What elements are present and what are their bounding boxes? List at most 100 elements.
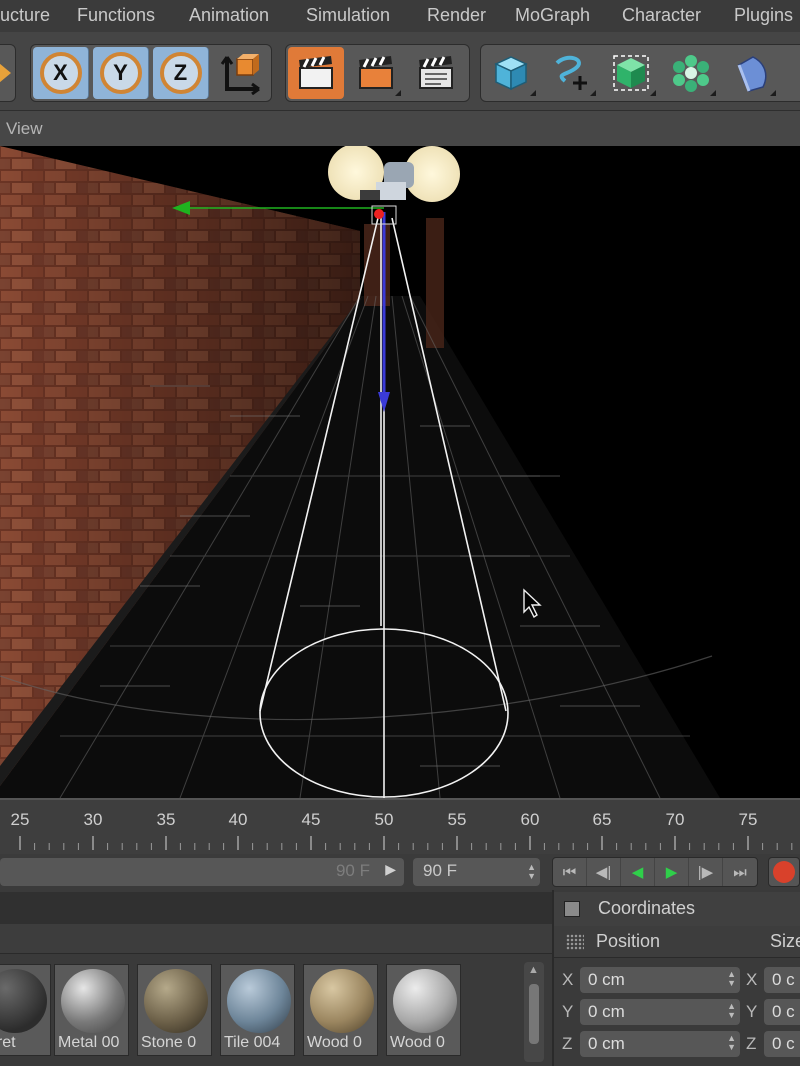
size-z-field[interactable]: 0 c <box>764 1031 800 1057</box>
playback-bar: 90 F ▶ 90 F ▲ ▼ ⏮ ◀| ◀ ▶ |▶ ⏭ <box>0 854 800 890</box>
scroll-up-icon[interactable]: ▲ <box>528 964 539 976</box>
nurbs-button[interactable] <box>603 47 659 99</box>
go-to-end-icon[interactable]: ⏭ <box>723 858 757 886</box>
x-axis-lock-icon: X <box>39 52 82 94</box>
ruler-tick-label: 25 <box>10 810 30 829</box>
ruler-tick-label: 55 <box>447 810 467 829</box>
position-z-field[interactable]: 0 cm ▲ ▼ <box>580 1031 740 1057</box>
current-frame-field[interactable]: 90 F ▶ <box>0 858 404 886</box>
spline-pen-button[interactable] <box>543 47 599 99</box>
material-label: ncret <box>0 1034 16 1051</box>
go-to-start-icon[interactable]: ⏮ <box>553 858 587 886</box>
size-z-value: 0 c <box>772 1034 795 1053</box>
menu-plugins[interactable]: Plugins <box>734 5 793 26</box>
menu-structure[interactable]: ucture <box>0 5 50 26</box>
material-tile[interactable]: Wood 0 <box>303 964 378 1056</box>
cube-button[interactable] <box>483 47 539 99</box>
z-axis-lock-button[interactable]: Z <box>153 47 209 99</box>
scroll-thumb[interactable] <box>529 984 539 1044</box>
ruler-tick-label: 30 <box>83 810 103 829</box>
menu-character[interactable]: Character <box>622 5 701 26</box>
material-tile[interactable]: Stone 0 <box>137 964 212 1056</box>
size-y-field[interactable]: 0 c <box>764 999 800 1025</box>
record-button[interactable] <box>768 857 800 887</box>
world-coordinates-button[interactable] <box>213 47 269 99</box>
stepper-icon[interactable]: ▲ ▼ <box>727 1034 736 1052</box>
end-frame-field[interactable]: 90 F ▲ ▼ <box>413 858 540 886</box>
viewport-header: View <box>0 110 800 146</box>
deformer-button[interactable] <box>723 47 779 99</box>
material-label: Stone 0 <box>141 1034 197 1051</box>
ruler-tick-label: 50 <box>374 810 394 829</box>
material-manager-toolbar <box>0 924 552 954</box>
arrow-left-icon[interactable] <box>0 63 11 83</box>
ruler-tick-label: 75 <box>738 810 758 829</box>
material-tile[interactable]: Wood 0 <box>386 964 461 1056</box>
undo-group <box>0 44 16 102</box>
position-x-value: 0 cm <box>588 970 625 989</box>
array-button[interactable] <box>663 47 719 99</box>
menu-mograph[interactable]: MoGraph <box>515 5 590 26</box>
light-object[interactable] <box>328 146 460 202</box>
main-toolbar: X Y Z <box>0 32 800 110</box>
previous-key-icon[interactable]: ◀| <box>587 858 621 886</box>
coordinates-title: Coordinates <box>598 898 696 918</box>
stepper-icon[interactable]: ▲ ▼ <box>727 1002 736 1020</box>
gizmo-center[interactable] <box>374 209 384 219</box>
coordinates-column-headers: Position Size <box>554 926 800 958</box>
end-frame-stepper-icon[interactable]: ▲ ▼ <box>527 863 536 881</box>
menu-animation[interactable]: Animation <box>189 5 269 26</box>
play-reverse-icon[interactable]: ◀ <box>621 858 655 886</box>
material-tile[interactable]: Metal 00 <box>54 964 129 1056</box>
material-label: Metal 00 <box>58 1034 120 1051</box>
axis-label: X <box>746 970 758 989</box>
panel-toggle-icon[interactable] <box>564 901 580 917</box>
ruler-tick-label: 45 <box>301 810 321 829</box>
z-axis-lock-icon: Z <box>159 52 202 94</box>
coordinate-row-x: X 0 cm ▲ ▼ X 0 c <box>554 966 800 994</box>
render-view-button[interactable] <box>288 47 344 99</box>
ruler-tick-label: 60 <box>520 810 540 829</box>
array-icon <box>673 55 709 92</box>
material-preview <box>393 969 457 1033</box>
axis-label: Z <box>562 1034 573 1053</box>
material-tile[interactable]: ncret <box>0 964 51 1056</box>
position-y-field[interactable]: 0 cm ▲ ▼ <box>580 999 740 1025</box>
ruler-tick-label: 65 <box>592 810 612 829</box>
play-forward-icon[interactable]: ▶ <box>655 858 689 886</box>
position-x-field[interactable]: 0 cm ▲ ▼ <box>580 967 740 993</box>
material-tile[interactable]: Tile 004 <box>220 964 295 1056</box>
menu-render[interactable]: Render <box>427 5 486 26</box>
cube-icon <box>494 56 528 91</box>
material-scrollbar[interactable]: ▲ <box>524 962 544 1062</box>
render-settings-button[interactable] <box>408 47 464 99</box>
y-axis-lock-button[interactable]: Y <box>93 47 149 99</box>
render-view-icon <box>299 56 333 89</box>
objects-group <box>480 44 800 102</box>
axis-label: Y <box>746 1002 758 1021</box>
deformer-icon <box>737 56 767 92</box>
view-menu[interactable]: View <box>6 119 43 139</box>
size-x-value: 0 c <box>772 970 795 989</box>
size-x-field[interactable]: 0 c <box>764 967 800 993</box>
3d-viewport[interactable] <box>0 146 800 798</box>
render-active-button[interactable] <box>348 47 404 99</box>
position-y-value: 0 cm <box>588 1002 625 1021</box>
material-label: Tile 004 <box>224 1034 281 1051</box>
minor-ticks <box>34 843 793 850</box>
viewport-scene <box>0 146 720 798</box>
menu-simulation[interactable]: Simulation <box>306 5 390 26</box>
ruler-tick-label: 70 <box>665 810 685 829</box>
x-axis-lock-button[interactable]: X <box>33 47 89 99</box>
transport-controls: ⏮ ◀| ◀ ▶ |▶ ⏭ <box>552 857 758 887</box>
world-coordinates-icon <box>220 54 260 95</box>
render-group <box>285 44 470 102</box>
next-key-icon[interactable]: |▶ <box>689 858 723 886</box>
menu-bar: ucture Functions Animation Simulation Re… <box>0 0 800 32</box>
stepper-icon[interactable]: ▲ ▼ <box>727 970 736 988</box>
axis-label: Z <box>746 1034 757 1053</box>
ruler-ticks <box>19 836 793 850</box>
timeline-ruler[interactable]: 25 30 35 40 45 50 55 60 65 70 75 <box>0 798 800 854</box>
material-preview <box>227 969 291 1033</box>
menu-functions[interactable]: Functions <box>77 5 155 26</box>
